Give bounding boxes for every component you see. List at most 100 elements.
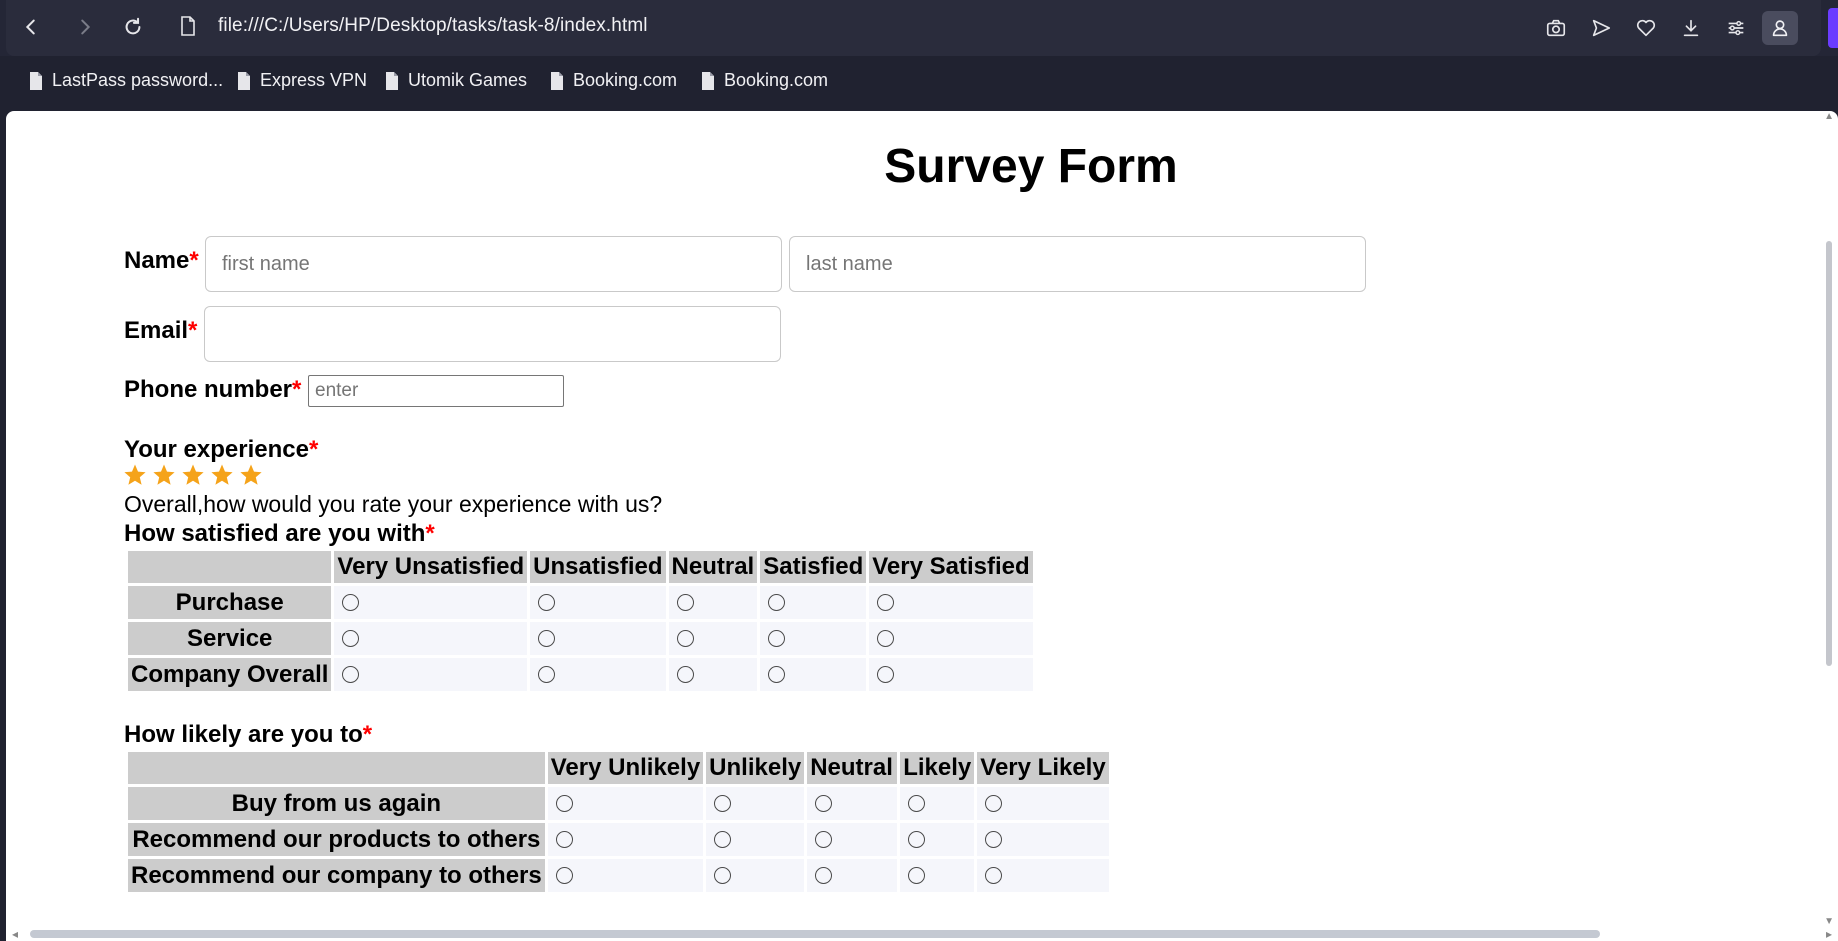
file-icon (181, 16, 195, 36)
matrix-cell (547, 787, 704, 820)
radio-button[interactable] (538, 629, 556, 647)
radio-button[interactable] (676, 593, 694, 611)
back-button[interactable] (14, 12, 48, 42)
bookmark-item[interactable]: Booking.com (549, 70, 677, 91)
matrix-cell (547, 859, 704, 892)
email-input[interactable] (204, 306, 781, 362)
matrix-cell (334, 622, 528, 655)
radio-button[interactable] (768, 593, 786, 611)
reload-button[interactable] (116, 12, 150, 42)
matrix-cell (760, 658, 867, 691)
matrix-row-header: Purchase (128, 586, 332, 619)
matrix-cell (900, 859, 975, 892)
scroll-up-arrow[interactable]: ▲ (1824, 111, 1834, 122)
star-icon[interactable] (181, 463, 205, 487)
scroll-down-arrow[interactable]: ▼ (1824, 916, 1834, 927)
radio-button[interactable] (676, 665, 694, 683)
last-name-input[interactable] (789, 236, 1366, 292)
radio-button[interactable] (877, 629, 895, 647)
star-icon[interactable] (210, 463, 234, 487)
favorites-button[interactable] (1628, 11, 1664, 45)
radio-button[interactable] (815, 794, 833, 812)
star-icon[interactable] (123, 463, 147, 487)
downloads-button[interactable] (1673, 11, 1709, 45)
radio-button[interactable] (768, 665, 786, 683)
matrix-column-header: Unlikely (706, 752, 805, 784)
first-name-input[interactable] (205, 236, 782, 292)
matrix-cell (807, 823, 898, 856)
camera-icon (1546, 19, 1566, 37)
page-icon (238, 71, 250, 90)
page-icon (702, 71, 714, 90)
radio-button[interactable] (555, 794, 573, 812)
star-rating[interactable] (123, 463, 263, 487)
page-title: Survey Form (884, 140, 1178, 193)
radio-button[interactable] (985, 794, 1003, 812)
radio-button[interactable] (714, 794, 732, 812)
scroll-left-arrow[interactable]: ◂ (12, 927, 18, 941)
matrix-row: Buy from us again (128, 787, 1110, 820)
reload-icon (125, 17, 141, 35)
radio-button[interactable] (768, 629, 786, 647)
matrix-column-header: Very Satisfied (869, 551, 1033, 583)
star-icon[interactable] (152, 463, 176, 487)
radio-button[interactable] (985, 866, 1003, 884)
matrix-cell (760, 586, 867, 619)
bookmark-label: Booking.com (724, 70, 829, 90)
radio-button[interactable] (815, 866, 833, 884)
radio-button[interactable] (908, 866, 926, 884)
radio-button[interactable] (714, 866, 732, 884)
page-icon (30, 71, 42, 90)
phone-label-text: Phone number (124, 376, 293, 403)
send-icon (1592, 19, 1611, 37)
address-bar[interactable]: file:///C:/Users/HP/Desktop/tasks/task-8… (218, 15, 648, 37)
horizontal-scrollbar[interactable] (30, 930, 1600, 938)
radio-button[interactable] (555, 830, 573, 848)
matrix-column-header: Satisfied (760, 551, 867, 583)
bookmark-item[interactable]: Booking.com (700, 70, 828, 91)
bookmark-label: Express VPN (260, 70, 368, 90)
matrix-cell (706, 859, 805, 892)
phone-input[interactable] (308, 375, 564, 407)
satisfaction-label-text: How satisfied are you with (124, 520, 426, 547)
snapshot-button[interactable] (1538, 11, 1574, 45)
matrix-cell (668, 658, 758, 691)
bookmark-item[interactable]: LastPass password... (28, 70, 223, 91)
radio-button[interactable] (538, 593, 556, 611)
required-marker: * (189, 247, 199, 274)
bookmark-item[interactable]: Utomik Games (384, 70, 527, 91)
matrix-column-header: Neutral (807, 752, 898, 784)
radio-button[interactable] (877, 665, 895, 683)
radio-button[interactable] (714, 830, 732, 848)
matrix-column-header: Neutral (668, 551, 758, 583)
required-marker: * (425, 520, 435, 547)
sidebar-accent (1828, 8, 1838, 48)
heart-icon (1636, 19, 1656, 37)
matrix-cell (668, 622, 758, 655)
forward-button[interactable] (68, 12, 102, 42)
bookmark-item[interactable]: Express VPN (236, 70, 367, 91)
phone-label: Phone number* (124, 376, 301, 404)
radio-button[interactable] (342, 665, 360, 683)
send-button[interactable] (1583, 11, 1619, 45)
radio-button[interactable] (538, 665, 556, 683)
radio-button[interactable] (985, 830, 1003, 848)
radio-button[interactable] (342, 629, 360, 647)
radio-button[interactable] (676, 629, 694, 647)
radio-button[interactable] (555, 866, 573, 884)
profile-button[interactable] (1762, 11, 1798, 45)
star-icon[interactable] (239, 463, 263, 487)
matrix-cell (334, 658, 528, 691)
matrix-cell (977, 787, 1110, 820)
settings-button[interactable] (1718, 11, 1754, 45)
radio-button[interactable] (877, 593, 895, 611)
matrix-cell (668, 586, 758, 619)
forward-icon (81, 19, 91, 35)
radio-button[interactable] (342, 593, 360, 611)
radio-button[interactable] (908, 794, 926, 812)
radio-button[interactable] (815, 830, 833, 848)
vertical-scrollbar[interactable] (1826, 241, 1832, 666)
radio-button[interactable] (908, 830, 926, 848)
user-icon (1772, 20, 1788, 37)
scroll-right-arrow[interactable]: ▸ (1826, 927, 1832, 941)
